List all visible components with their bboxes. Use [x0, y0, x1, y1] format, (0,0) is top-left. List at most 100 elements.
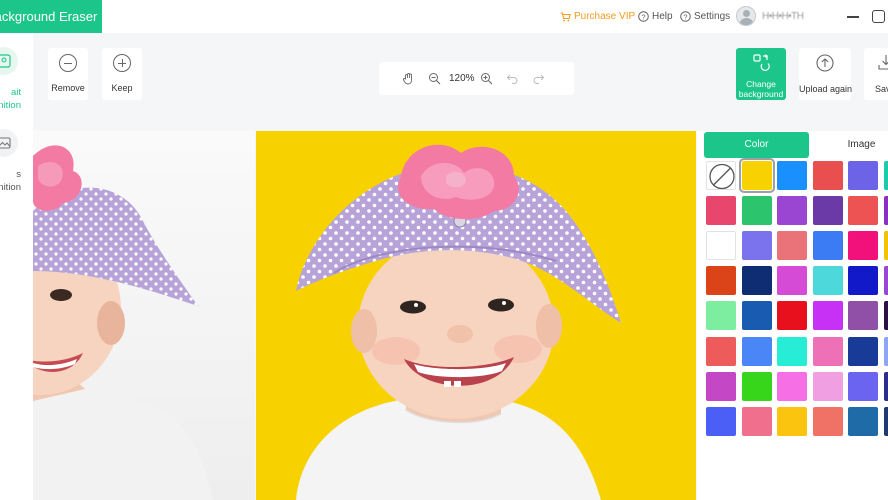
username: H•H•H•TH — [762, 10, 804, 22]
color-swatch[interactable] — [706, 336, 736, 366]
original-photo — [33, 145, 213, 500]
keep-label: Keep — [111, 83, 133, 93]
color-swatch[interactable] — [706, 406, 736, 436]
color-swatch[interactable] — [777, 406, 807, 436]
color-swatch[interactable] — [848, 371, 878, 401]
color-swatch[interactable] — [848, 266, 878, 296]
color-swatch[interactable] — [848, 301, 878, 331]
zoom-in-icon[interactable] — [480, 72, 493, 85]
color-swatch[interactable] — [812, 371, 843, 401]
color-swatch[interactable] — [812, 336, 843, 366]
color-swatch[interactable] — [777, 161, 807, 190]
minus-circle-icon — [59, 54, 77, 72]
color-swatch[interactable] — [741, 371, 772, 401]
svg-text:?: ? — [641, 12, 645, 21]
color-swatch[interactable] — [777, 196, 807, 226]
result-photo — [296, 144, 621, 500]
color-swatch[interactable] — [706, 301, 736, 331]
color-swatch[interactable] — [812, 301, 843, 331]
color-swatch[interactable] — [883, 266, 888, 296]
purchase-vip-link[interactable]: Purchase VIP — [560, 0, 635, 33]
color-swatch[interactable] — [812, 231, 843, 261]
remove-label: Remove — [51, 83, 85, 93]
color-swatch[interactable] — [738, 158, 775, 193]
keep-tool-button[interactable]: Keep — [102, 48, 142, 100]
tab-color[interactable]: Color — [704, 132, 809, 158]
app-title: Background Eraser — [0, 0, 102, 33]
svg-text:?: ? — [683, 12, 687, 21]
color-swatch[interactable] — [883, 196, 888, 226]
color-swatch[interactable] — [883, 231, 888, 261]
color-swatch[interactable] — [812, 161, 843, 190]
color-swatch[interactable] — [848, 231, 878, 261]
color-swatch[interactable] — [741, 406, 772, 436]
sidebar-item-portrait-recognition[interactable]: ait nition — [0, 47, 30, 117]
save-button[interactable]: Sav — [864, 48, 888, 100]
purchase-vip-label: Purchase VIP — [574, 11, 636, 22]
color-swatch[interactable] — [706, 196, 736, 226]
settings-link[interactable]: ? Settings — [680, 0, 730, 33]
color-swatch[interactable] — [848, 161, 878, 190]
help-icon: ? — [638, 11, 649, 22]
plus-circle-icon — [113, 54, 131, 72]
hand-pan-icon[interactable] — [402, 72, 415, 85]
change-background-label-line2: background — [738, 89, 784, 99]
color-swatch[interactable] — [741, 231, 772, 261]
color-swatch[interactable] — [706, 371, 736, 401]
color-swatch[interactable] — [883, 371, 888, 401]
remove-tool-button[interactable]: Remove — [48, 48, 88, 100]
color-swatch[interactable] — [741, 301, 772, 331]
zoom-out-icon[interactable] — [428, 72, 441, 85]
color-swatch[interactable] — [812, 196, 843, 226]
sidebar-item-objects-recognition[interactable]: s nition — [0, 129, 30, 199]
color-swatch[interactable] — [706, 266, 736, 296]
color-swatch[interactable] — [883, 406, 888, 436]
download-icon — [878, 55, 888, 70]
color-swatch[interactable] — [777, 231, 807, 261]
change-background-label-line1: Change — [746, 79, 776, 89]
color-swatch[interactable] — [741, 196, 772, 226]
left-sidebar: ait nition s nition — [0, 33, 33, 500]
undo-icon[interactable] — [506, 72, 519, 85]
avatar — [736, 6, 756, 26]
change-background-button[interactable]: Change background — [736, 48, 786, 100]
color-swatch[interactable] — [812, 266, 843, 296]
color-swatch[interactable] — [883, 336, 888, 366]
upload-icon — [816, 54, 834, 72]
title-bar: Background Eraser Purchase VIP ? Help ? … — [0, 0, 888, 33]
portrait-scan-icon — [0, 47, 18, 75]
color-swatch[interactable] — [741, 336, 772, 366]
redo-icon[interactable] — [532, 72, 545, 85]
upload-again-button[interactable]: Upload again — [799, 48, 853, 100]
color-swatch[interactable] — [812, 406, 843, 436]
swap-background-icon — [753, 54, 770, 71]
minimize-button[interactable] — [845, 8, 861, 24]
background-picker-panel: Color Image — [697, 131, 888, 500]
cart-icon — [560, 11, 571, 21]
save-label: Sav — [875, 84, 888, 94]
color-swatch[interactable] — [777, 266, 807, 296]
color-swatch[interactable] — [848, 336, 878, 366]
image-scan-icon — [0, 129, 18, 157]
no-color-swatch[interactable] — [706, 161, 736, 190]
sidebar-item-label: s — [16, 169, 21, 180]
color-swatch[interactable] — [777, 301, 807, 331]
color-swatch[interactable] — [883, 161, 888, 190]
color-swatch[interactable] — [741, 266, 772, 296]
color-swatch[interactable] — [777, 371, 807, 401]
help-link[interactable]: ? Help — [638, 0, 673, 33]
sidebar-item-label: ait — [10, 87, 21, 98]
maximize-button[interactable] — [872, 10, 885, 23]
color-swatch[interactable] — [706, 231, 736, 261]
color-swatch[interactable] — [848, 196, 878, 226]
tab-image[interactable]: Image — [809, 132, 888, 158]
result-image-canvas[interactable] — [256, 131, 696, 500]
user-account[interactable]: H•H•H•TH — [736, 6, 804, 26]
sidebar-item-label: nition — [0, 100, 21, 111]
color-swatch[interactable] — [848, 406, 878, 436]
color-swatch[interactable] — [883, 301, 888, 331]
original-image-canvas[interactable] — [33, 131, 255, 500]
upload-again-label: Upload again — [799, 84, 853, 94]
zoom-level: 120% — [449, 73, 475, 84]
color-swatch[interactable] — [777, 336, 807, 366]
